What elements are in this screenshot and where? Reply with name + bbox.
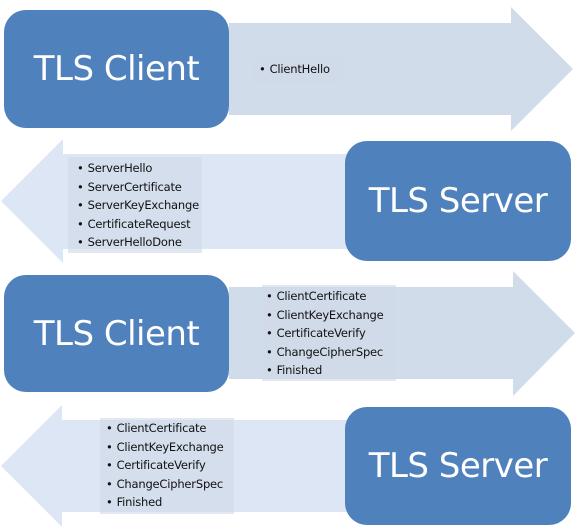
message-item: ServerHelloDone bbox=[77, 233, 199, 252]
message-item: CertificateRequest bbox=[77, 215, 199, 234]
message-item: ClientKeyExchange bbox=[106, 438, 224, 457]
message-list-step-4: ClientCertificate ClientKeyExchange Cert… bbox=[106, 419, 224, 512]
actor-box-tls-server-2: TLS Server bbox=[345, 407, 571, 525]
message-item: CertificateVerify bbox=[106, 456, 224, 475]
message-item: ClientCertificate bbox=[266, 287, 384, 306]
message-item: CertificateVerify bbox=[266, 324, 384, 343]
message-item: ChangeCipherSpec bbox=[266, 343, 384, 362]
message-item: ClientKeyExchange bbox=[266, 306, 384, 325]
actor-box-tls-client-1: TLS Client bbox=[4, 10, 229, 128]
message-list-step-3: ClientCertificate ClientKeyExchange Cert… bbox=[266, 287, 384, 380]
actor-label: TLS Server bbox=[368, 446, 548, 486]
message-item: Finished bbox=[266, 361, 384, 380]
actor-box-tls-client-2: TLS Client bbox=[4, 275, 229, 392]
actor-label: TLS Server bbox=[368, 181, 548, 221]
message-item: ClientCertificate bbox=[106, 419, 224, 438]
actor-box-tls-server-1: TLS Server bbox=[345, 141, 571, 261]
message-item: ServerKeyExchange bbox=[77, 196, 200, 215]
actor-label: TLS Client bbox=[33, 313, 200, 354]
actor-label: TLS Client bbox=[33, 49, 200, 89]
message-list-step-1: ClientHello bbox=[259, 60, 330, 79]
message-item: ChangeCipherSpec bbox=[106, 475, 224, 494]
message-item: ClientHello bbox=[259, 60, 330, 79]
message-list-step-2: ServerHello ServerCertificate ServerKeyE… bbox=[77, 159, 200, 252]
message-item: ServerCertificate bbox=[77, 178, 199, 197]
message-item: ServerHello bbox=[77, 159, 199, 178]
message-item: Finished bbox=[106, 493, 224, 512]
